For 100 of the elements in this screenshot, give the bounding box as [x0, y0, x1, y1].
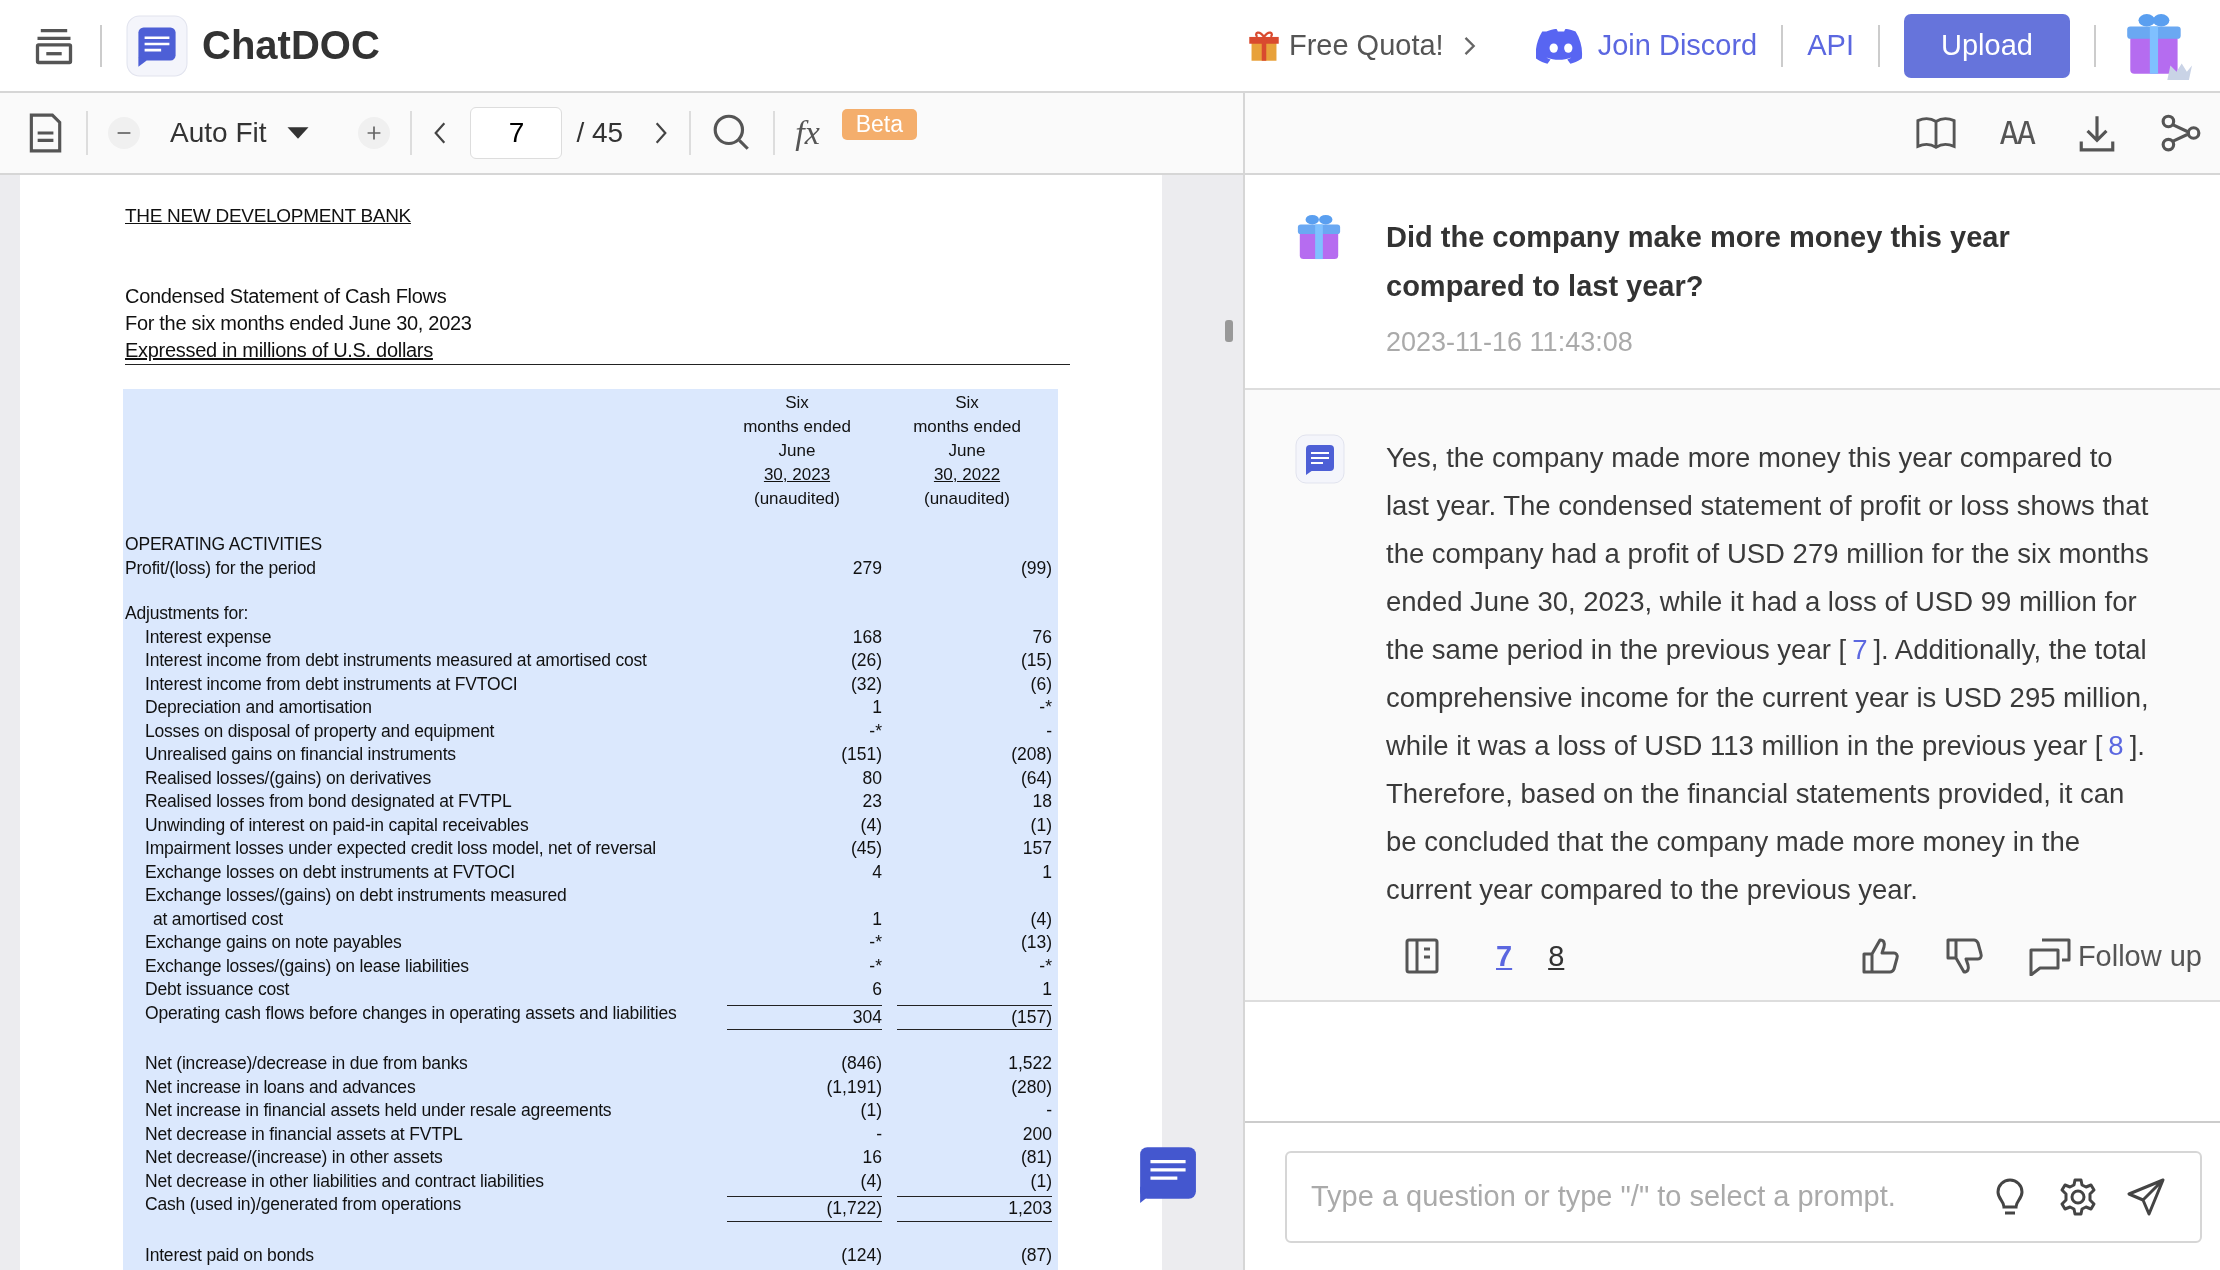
table-cell: 1,522: [1008, 1053, 1052, 1073]
table-cell: (81): [1020, 1147, 1052, 1167]
table-cell: (1): [1030, 1170, 1052, 1191]
discord-link[interactable]: Join Discord: [1535, 26, 1758, 65]
font-size-button[interactable]: AA: [1999, 114, 2034, 152]
chat-icon: [2027, 936, 2072, 976]
table-cell: (26): [850, 650, 882, 670]
share-icon[interactable]: [2160, 112, 2202, 154]
table-cell: -*: [869, 932, 882, 952]
table-cell: 80: [862, 767, 882, 788]
table-cell: -: [1046, 720, 1052, 741]
row-label: OPERATING ACTIVITIES: [124, 533, 323, 556]
table-cell: (124): [841, 1244, 882, 1265]
table-cell: (15): [1020, 650, 1052, 670]
column-header: Six months ended June 30, 2022 (unaudited): [912, 392, 1022, 510]
row-label: Interest expense: [144, 625, 273, 649]
table-cell: 1: [1042, 861, 1052, 882]
caret-icon: [286, 126, 311, 140]
row-label: Net increase in financial assets held under resale agreements: [144, 1099, 613, 1122]
document-subtitle: Expressed in millions of U.S. dollars: [125, 338, 434, 363]
document-subtitle: For the six months ended June 30, 2023: [125, 311, 473, 336]
api-link[interactable]: API: [1807, 29, 1854, 62]
row-label: Interest income from debt instruments at FVTOCI: [144, 672, 519, 696]
table-cell: 1: [1042, 979, 1052, 999]
table-cell: (208): [1011, 744, 1052, 764]
row-label: Exchange losses/(gains) on debt instruments measured: [144, 884, 568, 907]
row-label: Cash (used in)/generated from operations: [144, 1193, 462, 1216]
table-cell: (157): [1011, 1006, 1052, 1027]
citation-link[interactable]: 8: [2102, 730, 2130, 761]
table-cell: (1,722): [826, 1198, 882, 1218]
scrollbar-thumb[interactable]: [1225, 320, 1233, 342]
table-cell: 157: [1022, 838, 1052, 858]
row-label: Exchange losses on debt instruments at FVTOCI: [144, 860, 517, 884]
table-cell: 6: [872, 979, 882, 999]
table-cell: 23: [862, 791, 882, 811]
row-label: at amortised cost: [152, 907, 284, 931]
row-label: Interest income from debt instruments measured at amortised cost: [144, 649, 648, 672]
table-cell: (99): [1020, 557, 1052, 578]
zoom-in-icon[interactable]: [358, 117, 391, 149]
question-input[interactable]: Type a question or type "/" to select a prompt.: [1309, 1179, 1962, 1214]
source-link[interactable]: 8: [1548, 939, 1565, 973]
question-text: Did the company make more money this year compared to last year?: [1386, 220, 2011, 304]
row-label: Impairment losses under expected credit loss model, net of reversal: [144, 837, 657, 860]
table-cell: 1,203: [1008, 1198, 1052, 1218]
table-cell: 18: [1032, 791, 1052, 811]
table-cell: 200: [1022, 1123, 1052, 1144]
table-cell: (846): [841, 1053, 882, 1073]
table-cell: 279: [852, 557, 882, 578]
page-total: / 45: [576, 117, 624, 149]
table-cell: 1: [872, 697, 882, 717]
row-label: Debt issuance cost: [144, 978, 291, 1001]
send-icon[interactable]: [2126, 1176, 2166, 1217]
table-cell: (87): [1020, 1244, 1052, 1265]
table-cell: 4: [872, 861, 882, 882]
document-title: THE NEW DEVELOPMENT BANK: [125, 205, 412, 227]
row-label: Net decrease in financial assets at FVTPL: [144, 1122, 464, 1146]
citation-link[interactable]: 7: [1846, 634, 1874, 665]
table-cell: 168: [852, 626, 882, 647]
table-cell: (151): [841, 744, 882, 764]
upload-button[interactable]: Upload: [1904, 13, 2070, 78]
zoom-out-icon[interactable]: [108, 117, 140, 149]
row-label: Depreciation and amortisation: [144, 696, 373, 719]
row-label: Net decrease in other liabilities and contract liabilities: [144, 1169, 545, 1193]
question-field[interactable]: Type a question or type "/" to select a prompt.: [1285, 1150, 2202, 1243]
table-cell: 76: [1032, 626, 1052, 647]
row-label: Exchange losses/(gains) on lease liabilities: [144, 954, 470, 978]
row-label: Exchange gains on note payables: [144, 931, 403, 954]
document-subtitle: Condensed Statement of Cash Flows: [125, 284, 448, 309]
column-header: Six months ended June 30, 2023 (unaudited): [742, 392, 852, 510]
gift-icon: [1295, 213, 1343, 261]
logo-icon: [126, 14, 188, 77]
table-cell: 1: [872, 908, 882, 929]
question-time: 2023-11-16 11:43:08: [1386, 327, 1634, 358]
table-cell: 304: [852, 1006, 882, 1027]
formula-button[interactable]: fx: [795, 114, 820, 152]
table-cell: (6): [1030, 673, 1052, 694]
row-label: Net (increase)/decrease in due from banks: [144, 1052, 469, 1075]
settings-icon[interactable]: [2058, 1176, 2098, 1217]
row-label: Adjustments for:: [124, 602, 250, 625]
row-label: Unwinding of interest on paid-in capital receivables: [144, 813, 530, 837]
row-label: Operating cash flows before changes in operating assets and liabilities: [144, 1001, 678, 1025]
table-cell: (1): [860, 1100, 882, 1120]
zoom-dropdown[interactable]: Auto Fit: [170, 117, 311, 149]
row-label: Unrealised gains on financial instruments: [144, 743, 457, 766]
table-cell: (1,191): [826, 1076, 882, 1097]
table-cell: -*: [869, 955, 882, 976]
table-cell: (4): [860, 1170, 882, 1191]
page-number-field[interactable]: 7: [470, 107, 563, 159]
row-label: Interest paid on bonds: [144, 1243, 315, 1267]
brand-name: ChatDOC: [202, 23, 380, 68]
table-cell: (280): [1011, 1076, 1052, 1097]
follow-up-button[interactable]: Follow up: [2027, 936, 2202, 976]
row-label: Realised losses from bond designated at FVTPL: [144, 790, 513, 813]
row-label: Net decrease/(increase) in other assets: [144, 1146, 444, 1169]
beta-badge: Beta: [841, 109, 918, 140]
table-cell: -*: [1039, 955, 1052, 976]
table-cell: (45): [850, 838, 882, 858]
answer-text: Yes, the company made more money this year compared to last year. The condensed statement of profit or loss shows that the company had a profit of USD 279 million for the six months ended June 30, 2023, while it had a loss of USD 99 million for the same period in the previous year [ 7 ]. Additionally, the total comprehensive income for the current year is USD 295 million, while it was a loss of USD 113 million in the previous year [ 8 ]. Therefore, based on the financial statements provided, it can be concluded that the company made more money in the current year compared to the previous year.: [1386, 441, 2150, 907]
free-quota-link[interactable]: Free Quota!: [1246, 28, 1476, 63]
source-link[interactable]: 7: [1496, 939, 1513, 973]
